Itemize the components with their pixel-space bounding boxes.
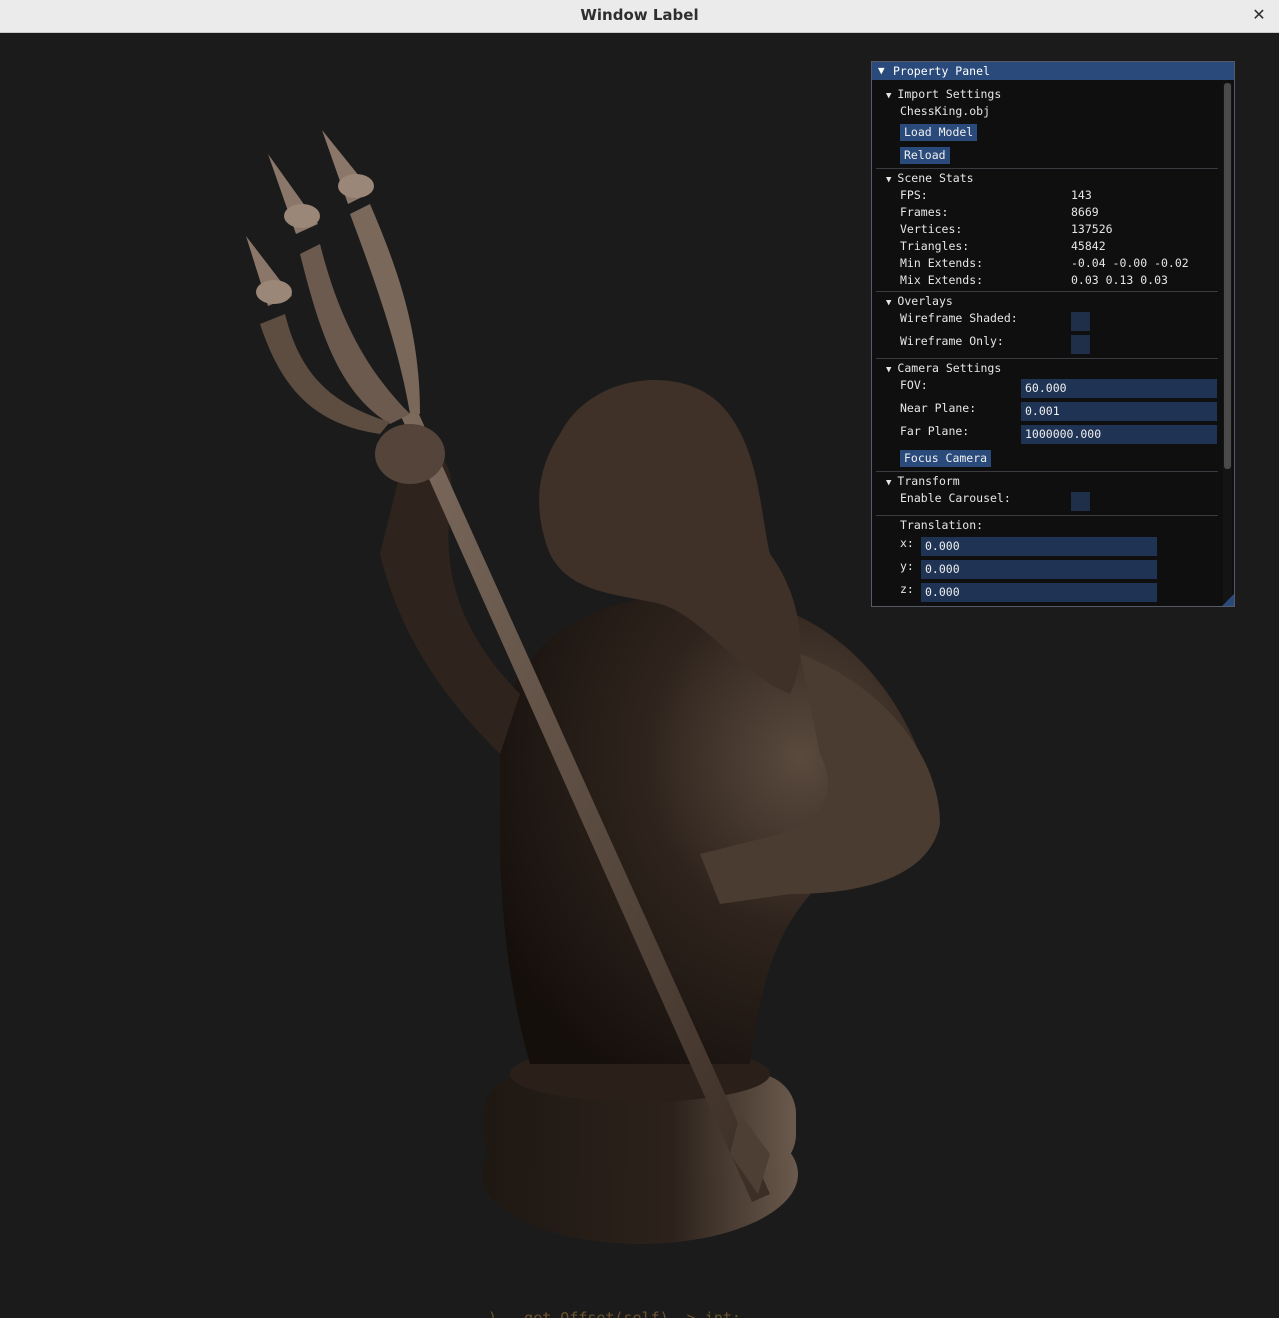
scrollbar-thumb[interactable] bbox=[1224, 83, 1231, 469]
wireframe-shaded-checkbox[interactable] bbox=[1071, 312, 1090, 331]
far-plane-label: Far Plane: bbox=[900, 424, 970, 438]
section-title-stats: Scene Stats bbox=[897, 171, 974, 185]
translation-y-label: y: bbox=[900, 559, 914, 573]
wireframe-shaded-label: Wireframe Shaded: bbox=[900, 311, 1018, 325]
close-icon[interactable]: ✕ bbox=[1249, 4, 1269, 26]
translation-label: Translation: bbox=[900, 518, 984, 532]
wireframe-only-label: Wireframe Only: bbox=[900, 334, 1004, 348]
load-model-button[interactable]: Load Model bbox=[900, 124, 978, 141]
focus-camera-button[interactable]: Focus Camera bbox=[900, 450, 992, 467]
divider bbox=[876, 515, 1218, 516]
divider bbox=[876, 291, 1218, 292]
section-title-overlays: Overlays bbox=[897, 294, 953, 308]
resize-grip-icon[interactable] bbox=[1222, 594, 1234, 606]
stat-label: FPS: bbox=[900, 188, 928, 202]
near-plane-input[interactable] bbox=[1021, 402, 1217, 421]
window-titlebar[interactable]: Window Label ✕ bbox=[0, 0, 1279, 33]
section-title-import: Import Settings bbox=[897, 87, 1002, 101]
divider bbox=[876, 168, 1218, 169]
stat-value: 45842 bbox=[1071, 239, 1106, 253]
stat-value: 143 bbox=[1071, 188, 1092, 202]
import-file-name: ChessKing.obj bbox=[900, 104, 991, 118]
property-panel[interactable]: ▼ Property Panel ▼ Import Settings ChessK… bbox=[871, 61, 1235, 607]
enable-carousel-label: Enable Carousel: bbox=[900, 491, 1011, 505]
section-title-camera: Camera Settings bbox=[897, 361, 1002, 375]
stat-label: Frames: bbox=[900, 205, 949, 219]
triangle-down-icon: ▼ bbox=[886, 91, 892, 101]
section-camera-settings[interactable]: ▼ Camera Settings bbox=[886, 360, 1001, 377]
collapse-triangle-icon[interactable]: ▼ bbox=[878, 62, 885, 80]
stat-value: 137526 bbox=[1071, 222, 1113, 236]
translation-x-label: x: bbox=[900, 536, 914, 550]
section-title-transform: Transform bbox=[897, 474, 960, 488]
triangle-down-icon: ▼ bbox=[886, 365, 892, 375]
stat-label: Min Extends: bbox=[900, 256, 984, 270]
divider bbox=[876, 358, 1218, 359]
wireframe-only-checkbox[interactable] bbox=[1071, 335, 1090, 354]
panel-title: Property Panel bbox=[893, 64, 990, 78]
section-overlays[interactable]: ▼ Overlays bbox=[886, 293, 953, 310]
near-plane-label: Near Plane: bbox=[900, 401, 977, 415]
triangle-down-icon: ▼ bbox=[886, 478, 892, 488]
translation-z-label: z: bbox=[900, 582, 914, 596]
section-transform[interactable]: ▼ Transform bbox=[886, 473, 960, 490]
panel-scrollbar[interactable] bbox=[1223, 83, 1232, 601]
far-plane-input[interactable] bbox=[1021, 425, 1217, 444]
divider bbox=[876, 471, 1218, 472]
triangle-down-icon: ▼ bbox=[886, 175, 892, 185]
window-title: Window Label bbox=[580, 6, 699, 24]
stat-label: Vertices: bbox=[900, 222, 963, 236]
translation-x-input[interactable] bbox=[921, 537, 1157, 556]
enable-carousel-checkbox[interactable] bbox=[1071, 492, 1090, 511]
stat-value: 8669 bbox=[1071, 205, 1099, 219]
stat-label: Triangles: bbox=[900, 239, 970, 253]
translation-z-input[interactable] bbox=[921, 583, 1157, 602]
section-import-settings[interactable]: ▼ Import Settings bbox=[886, 86, 1001, 103]
translation-y-input[interactable] bbox=[921, 560, 1157, 579]
fov-label: FOV: bbox=[900, 378, 928, 392]
triangle-down-icon: ▼ bbox=[886, 298, 892, 308]
stat-value: -0.04 -0.00 -0.02 bbox=[1071, 256, 1189, 270]
fov-input[interactable] bbox=[1021, 379, 1217, 398]
background-code-text: ) get_Offset(self) -> int: bbox=[470, 1309, 741, 1318]
reload-button[interactable]: Reload bbox=[900, 147, 950, 164]
stat-value: 0.03 0.13 0.03 bbox=[1071, 273, 1168, 287]
section-scene-stats[interactable]: ▼ Scene Stats bbox=[886, 170, 974, 187]
panel-header[interactable]: ▼ Property Panel bbox=[872, 62, 1234, 80]
stat-label: Mix Extends: bbox=[900, 273, 984, 287]
